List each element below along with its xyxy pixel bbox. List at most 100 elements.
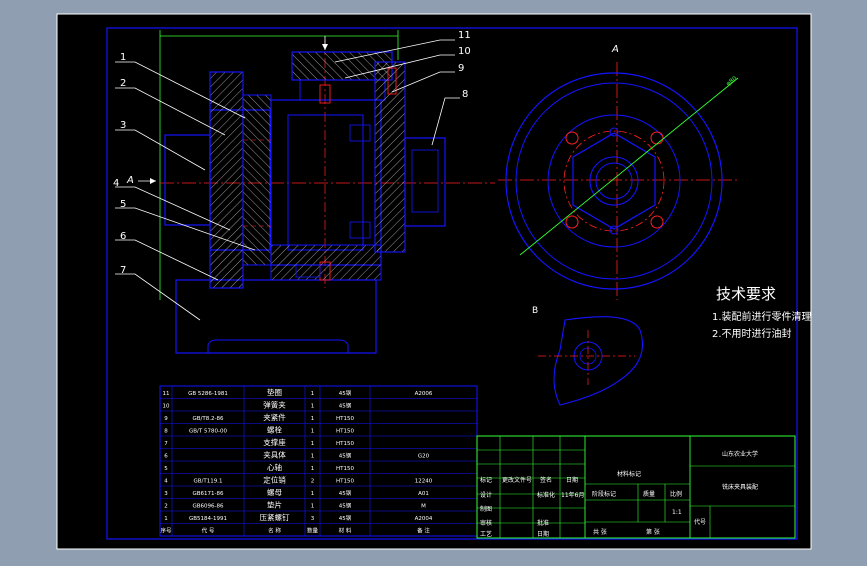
- bom-cell-qty: 1: [311, 504, 315, 510]
- tb-sheet: 第 张: [646, 528, 660, 536]
- bom-header-name: 名 称: [268, 527, 281, 535]
- tb-sign: 签名: [540, 476, 552, 484]
- callout-7: 7: [120, 265, 126, 276]
- bom-cell-mat: 45钢: [339, 402, 352, 410]
- callout-8: 8: [462, 89, 468, 100]
- tb-weight: 质量: [643, 490, 655, 498]
- bom-cell-mat: HT150: [336, 416, 354, 422]
- bom-cell-name: 垫片: [267, 500, 282, 510]
- bom-cell-name: 弹簧夹: [263, 400, 286, 410]
- bom-cell-name: 螺母: [267, 487, 282, 497]
- bom-cell-note: A2006: [415, 391, 433, 397]
- bom-cell-qty: 1: [311, 391, 315, 397]
- tb-check: 审核: [480, 519, 492, 527]
- bom-header-qty: 数量: [307, 527, 319, 535]
- tb-approve: 批准: [537, 519, 549, 527]
- bom-cell-mat: HT150: [336, 479, 354, 485]
- bom-cell-qty: 1: [311, 429, 315, 435]
- bom-cell-note: 12240: [415, 479, 433, 485]
- tb-approve-date: 日期: [537, 530, 549, 538]
- bom-cell-name: 支撑座: [263, 437, 286, 447]
- bom-cell-no: 6: [164, 454, 168, 460]
- bom-cell-mat: 45钢: [339, 389, 352, 397]
- bom-header-mat: 材 料: [339, 527, 352, 535]
- bom-cell-name: 心轴: [267, 462, 282, 472]
- bom-cell-no: 4: [164, 479, 168, 485]
- tb-mark: 标记: [480, 476, 492, 484]
- cad-viewport[interactable]: 1 2 3 4 5 6 7 11 10 9 8 A φ80 A B 技术要求 1…: [0, 0, 867, 562]
- bom-cell-name: 螺栓: [267, 425, 282, 435]
- bom-cell-mat: 45钢: [339, 502, 352, 510]
- bom-cell-qty: 1: [311, 454, 315, 460]
- bom-cell-note: M: [421, 504, 426, 510]
- tb-designer: 设计: [480, 491, 492, 499]
- bom-cell-qty: 3: [311, 516, 315, 522]
- tb-scale: 比例: [670, 490, 682, 498]
- bom-cell-note: G20: [418, 454, 430, 460]
- bom-cell-no: 8: [164, 429, 168, 435]
- bom-cell-no: 10: [163, 404, 170, 410]
- bom-header-no: 序号: [160, 527, 172, 535]
- bom-cell-no: 2: [164, 504, 168, 510]
- view-label-b: B: [532, 306, 538, 316]
- bom-cell-mat: 45钢: [339, 452, 352, 460]
- callout-9: 9: [458, 63, 464, 74]
- callout-11: 11: [458, 30, 471, 41]
- bom-cell-code: GB6096-86: [192, 504, 224, 510]
- tb-file: 更改文件号: [502, 476, 532, 484]
- bom-cell-name: 垫圈: [267, 387, 282, 397]
- view-label-a-right: A: [611, 44, 619, 55]
- bom-cell-no: 11: [163, 391, 170, 397]
- bom-cell-code: GB 5286-1981: [188, 391, 228, 397]
- tb-date: 日期: [566, 476, 578, 484]
- bom-cell-mat: 45钢: [339, 489, 352, 497]
- callout-4: 4: [113, 178, 119, 189]
- tb-drawing-title: 铣床夹具装配: [722, 483, 758, 491]
- tb-scale-value: 1:1: [672, 509, 682, 516]
- view-label-a-left: A: [126, 175, 134, 186]
- bom-cell-no: 1: [164, 516, 168, 522]
- callout-5: 5: [120, 199, 126, 210]
- bom-cell-mat: 45钢: [339, 514, 352, 522]
- bom-cell-name: 夹具体: [263, 450, 286, 460]
- sheet-background: [56, 13, 812, 550]
- bom-cell-code: GB5184-1991: [189, 516, 227, 522]
- bom-cell-code: GB6171-86: [192, 491, 224, 497]
- bom-cell-code: GB/T8.2-86: [193, 416, 224, 422]
- tb-material-mark: 材料标记: [617, 470, 641, 478]
- bom-cell-code: GB/T 5780-00: [189, 429, 227, 435]
- bom-cell-code: GB/T119.1: [194, 479, 223, 485]
- bom-cell-note: A01: [418, 491, 429, 497]
- bom-cell-no: 5: [164, 466, 168, 472]
- tech-req-line-2: 2.不用时进行油封: [712, 327, 792, 340]
- tech-req-title: 技术要求: [716, 285, 776, 303]
- bom-cell-qty: 1: [311, 404, 315, 410]
- bom-cell-mat: HT150: [336, 441, 354, 447]
- bom-cell-no: 9: [164, 416, 168, 422]
- bom-cell-mat: HT150: [336, 429, 354, 435]
- bom-cell-name: 压紧螺钉: [260, 512, 290, 522]
- bom-cell-qty: 1: [311, 416, 315, 422]
- callout-3: 3: [120, 120, 126, 131]
- tb-drawer: 制图: [480, 505, 492, 513]
- bom-cell-no: 7: [164, 441, 168, 447]
- tb-stage-mark: 阶段标记: [592, 490, 616, 498]
- bom-cell-name: 定位销: [263, 475, 286, 485]
- bom-cell-no: 3: [164, 491, 168, 497]
- bom-header-note: 备 注: [417, 527, 430, 535]
- bom-cell-qty: 1: [311, 441, 315, 447]
- tb-university: 山东农业大学: [722, 450, 758, 458]
- assembly-drawing: 1 2 3 4 5 6 7 11 10 9 8 A φ80 A B 技术要求 1…: [56, 13, 812, 550]
- bom-cell-qty: 1: [311, 466, 315, 472]
- bom-cell-mat: HT150: [336, 466, 354, 472]
- tb-date-value: 11年6月: [561, 491, 584, 499]
- tb-process: 工艺: [480, 530, 492, 538]
- bom-cell-qty: 2: [311, 479, 315, 485]
- callout-2: 2: [120, 78, 126, 89]
- callout-6: 6: [120, 231, 126, 242]
- bom-cell-qty: 1: [311, 491, 315, 497]
- callout-10: 10: [458, 46, 471, 57]
- bom-cell-name: 夹紧件: [263, 412, 286, 422]
- bom-header-code: 代 号: [202, 527, 215, 535]
- bom-cell-note: A2004: [415, 516, 433, 522]
